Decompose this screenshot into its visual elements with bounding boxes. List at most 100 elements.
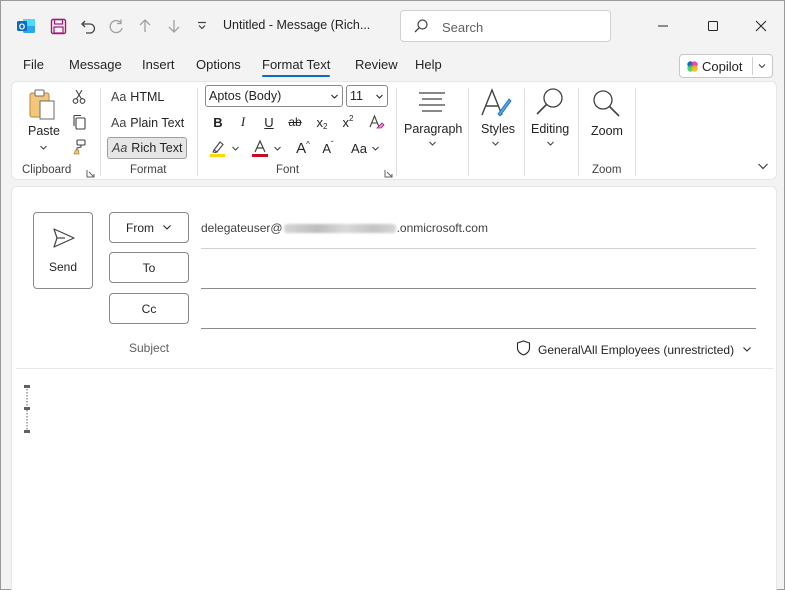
from-address[interactable]: delegateuser@ .onmicrosoft.com [201, 221, 488, 235]
zoom-icon[interactable] [590, 88, 624, 122]
title-bar: O Untitled - Message (Rich... Search [1, 1, 784, 51]
outlook-message-window: O Untitled - Message (Rich... Search Fil… [0, 0, 785, 590]
editing-icon[interactable] [534, 86, 566, 120]
search-icon [413, 18, 429, 37]
search-placeholder: Search [442, 20, 484, 35]
highlight-icon[interactable] [207, 137, 229, 159]
paste-chevron-icon[interactable] [37, 142, 49, 152]
chevron-down-icon[interactable] [757, 60, 767, 74]
format-plain-text-button[interactable]: Aa Plain Text [107, 112, 189, 134]
ribbon-collapse-icon[interactable] [756, 160, 770, 172]
to-field[interactable] [201, 288, 756, 289]
tab-insert[interactable]: Insert [142, 57, 175, 72]
cc-button[interactable]: Cc [109, 293, 189, 324]
strikethrough-button[interactable]: ab [284, 111, 306, 133]
save-icon[interactable] [47, 15, 69, 37]
group-divider [197, 88, 198, 176]
font-name-value: Aptos (Body) [209, 89, 282, 103]
tab-review[interactable]: Review [355, 57, 398, 72]
italic-button[interactable]: I [232, 111, 254, 133]
undo-icon[interactable] [77, 15, 99, 37]
cc-field[interactable] [201, 328, 756, 329]
tab-format-text[interactable]: Format Text [262, 57, 331, 77]
send-button[interactable]: Send [33, 212, 93, 289]
styles-chevron-icon[interactable] [489, 138, 501, 148]
copy-icon[interactable] [70, 113, 88, 131]
bold-button[interactable]: B [207, 111, 229, 133]
minimize-button[interactable] [640, 11, 686, 41]
tab-file[interactable]: File [23, 57, 44, 72]
tab-help[interactable]: Help [415, 57, 442, 72]
redacted-domain [283, 224, 396, 234]
copilot-icon [686, 60, 699, 76]
font-group-label: Font [276, 164, 300, 176]
customize-toolbar-icon[interactable] [191, 15, 213, 37]
editing-label[interactable]: Editing [531, 122, 569, 136]
highlight-color-bar [210, 154, 225, 157]
font-name-combo[interactable]: Aptos (Body) [205, 85, 343, 107]
font-launcher-icon[interactable] [384, 167, 393, 178]
clipboard-launcher-icon[interactable] [86, 167, 95, 178]
chevron-down-icon [162, 221, 172, 235]
outlook-logo-icon: O [15, 15, 37, 37]
close-button[interactable] [738, 11, 784, 41]
group-divider [635, 88, 636, 176]
change-case-chevron-icon[interactable] [369, 137, 381, 159]
chevron-down-icon [331, 94, 338, 99]
redo-icon[interactable] [105, 15, 127, 37]
group-divider [524, 88, 525, 176]
clipboard-group-label: Clipboard [22, 164, 72, 176]
editing-chevron-icon[interactable] [544, 138, 556, 148]
format-rich-label: Rich Text [131, 141, 183, 155]
format-rich-text-button[interactable]: Aa Rich Text [107, 137, 187, 159]
format-html-button[interactable]: Aa HTML [107, 86, 185, 108]
to-button[interactable]: To [109, 252, 189, 283]
group-divider [100, 88, 101, 176]
group-divider [396, 88, 397, 176]
subject-field[interactable]: Subject [129, 341, 169, 355]
shrink-font-glyph: A [322, 140, 331, 156]
paragraph-label[interactable]: Paragraph [404, 122, 462, 136]
superscript-button[interactable]: x2 [337, 111, 359, 133]
paste-icon[interactable] [28, 88, 58, 122]
paragraph-chevron-icon[interactable] [426, 138, 438, 148]
format-painter-icon[interactable] [70, 138, 88, 156]
paragraph-icon[interactable] [415, 88, 449, 118]
ribbon-tabs: File Message Insert Options Format Text … [1, 51, 784, 81]
arrow-down-icon[interactable] [163, 15, 185, 37]
copilot-divider [752, 57, 753, 75]
send-label: Send [48, 260, 78, 274]
underline-button[interactable]: U [258, 111, 280, 133]
styles-label[interactable]: Styles [481, 122, 515, 136]
tab-message[interactable]: Message [69, 57, 122, 72]
styles-icon[interactable] [478, 86, 512, 120]
chevron-down-icon [742, 343, 752, 357]
group-divider [578, 88, 579, 176]
paste-label[interactable]: Paste [28, 124, 60, 138]
format-group-label: Format [130, 164, 167, 176]
grow-font-button[interactable]: A ^ [292, 137, 314, 159]
page-margin-marker [24, 385, 30, 435]
from-button[interactable]: From [109, 212, 189, 243]
maximize-button[interactable] [690, 11, 736, 41]
cut-icon[interactable] [70, 88, 88, 106]
highlight-chevron-icon[interactable] [229, 137, 241, 159]
clear-formatting-icon[interactable] [365, 111, 387, 133]
format-plain-label: Plain Text [130, 116, 185, 130]
copilot-button[interactable]: Copilot [679, 54, 773, 78]
zoom-group-label: Zoom [592, 164, 622, 176]
svg-text:O: O [19, 22, 25, 31]
subscript-button[interactable]: x2 [311, 111, 333, 133]
search-box[interactable]: Search [400, 10, 611, 42]
tab-options[interactable]: Options [196, 57, 241, 72]
change-case-button[interactable]: Aa [347, 137, 371, 159]
font-color-chevron-icon[interactable] [271, 137, 283, 159]
font-color-icon[interactable] [249, 137, 271, 159]
sensitivity-label-button[interactable]: General\All Employees (unrestricted) [516, 340, 752, 359]
message-body[interactable] [42, 382, 762, 582]
zoom-label[interactable]: Zoom [591, 124, 623, 138]
header-body-divider [16, 368, 774, 369]
font-size-combo[interactable]: 11 [346, 85, 388, 107]
shrink-font-button[interactable]: Aˇ [317, 137, 339, 159]
arrow-up-icon[interactable] [134, 15, 156, 37]
